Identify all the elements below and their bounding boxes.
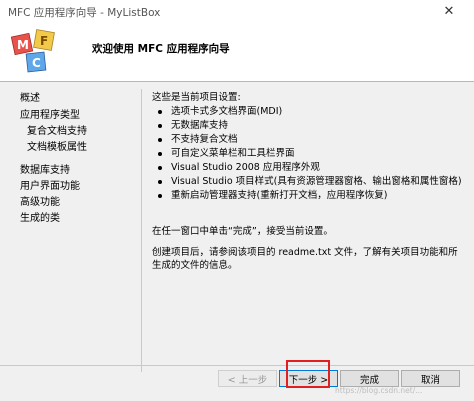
list-item: Visual Studio 2008 应用程序外观 <box>152 161 462 174</box>
bullet-icon <box>158 124 162 128</box>
footer-divider <box>0 365 474 366</box>
window-title: MFC 应用程序向导 - MyListBox <box>8 7 161 19</box>
list-item: 重新启动管理器支持(重新打开文档，应用程序恢复) <box>152 189 462 202</box>
bullet-icon <box>158 180 162 184</box>
wizard-body: 概述 应用程序类型 复合文档支持 文档模板属性 数据库支持 用户界面功能 高级功… <box>0 82 474 401</box>
sidebar-item-document-template[interactable]: 文档模板属性 <box>27 140 87 155</box>
sidebar-item-overview[interactable]: 概述 <box>20 91 40 106</box>
sidebar-item-compound-document[interactable]: 复合文档支持 <box>27 124 87 139</box>
cancel-button[interactable]: 取消 <box>401 370 460 387</box>
sidebar-item-ui-features[interactable]: 用户界面功能 <box>20 179 80 194</box>
sidebar-item-advanced-features[interactable]: 高级功能 <box>20 195 60 210</box>
readme-note: 创建项目后，请参阅该项目的 readme.txt 文件，了解有关项目功能和所生成… <box>152 247 458 271</box>
list-item: 无数据库支持 <box>152 119 462 132</box>
list-item: Visual Studio 项目样式(具有资源管理器窗格、输出窗格和属性窗格) <box>152 175 462 188</box>
sidebar-item-application-type[interactable]: 应用程序类型 <box>20 108 80 123</box>
bullet-icon <box>158 152 162 156</box>
title-bar: MFC 应用程序向导 - MyListBox ✕ <box>0 0 474 25</box>
bullet-icon <box>158 194 162 198</box>
logo-letter-m: M <box>17 38 29 52</box>
sidebar-divider <box>141 89 142 372</box>
close-button[interactable]: ✕ <box>424 0 474 22</box>
bullet-icon <box>158 166 162 170</box>
finish-button[interactable]: 完成 <box>340 370 399 387</box>
step-sidebar: 概述 应用程序类型 复合文档支持 文档模板属性 数据库支持 用户界面功能 高级功… <box>14 89 140 369</box>
logo-letter-c: C <box>32 56 41 70</box>
previous-button[interactable]: < 上一步 <box>218 370 277 387</box>
sidebar-item-database-support[interactable]: 数据库支持 <box>20 163 70 178</box>
finish-note: 在任一窗口中单击“完成”，接受当前设置。 <box>152 226 333 237</box>
settings-list: 选项卡式多文档界面(MDI) 无数据库支持 不支持复合文档 可自定义菜单栏和工具… <box>152 105 462 203</box>
next-button[interactable]: 下一步 > <box>279 370 338 387</box>
mfc-logo-icon: M F C <box>11 29 55 73</box>
summary-intro: 这些是当前项目设置: <box>152 92 241 103</box>
list-item: 不支持复合文档 <box>152 133 462 146</box>
bullet-icon <box>158 138 162 142</box>
logo-letter-f: F <box>40 34 48 48</box>
list-item: 选项卡式多文档界面(MDI) <box>152 105 462 118</box>
wizard-header: M F C 欢迎使用 MFC 应用程序向导 <box>0 24 474 82</box>
list-item: 可自定义菜单栏和工具栏界面 <box>152 147 462 160</box>
bullet-icon <box>158 110 162 114</box>
close-icon: ✕ <box>443 3 455 19</box>
sidebar-item-generated-classes[interactable]: 生成的类 <box>20 211 60 226</box>
watermark-text: https://blog.csdn.net/... <box>335 386 423 395</box>
page-title: 欢迎使用 MFC 应用程序向导 <box>92 43 230 55</box>
